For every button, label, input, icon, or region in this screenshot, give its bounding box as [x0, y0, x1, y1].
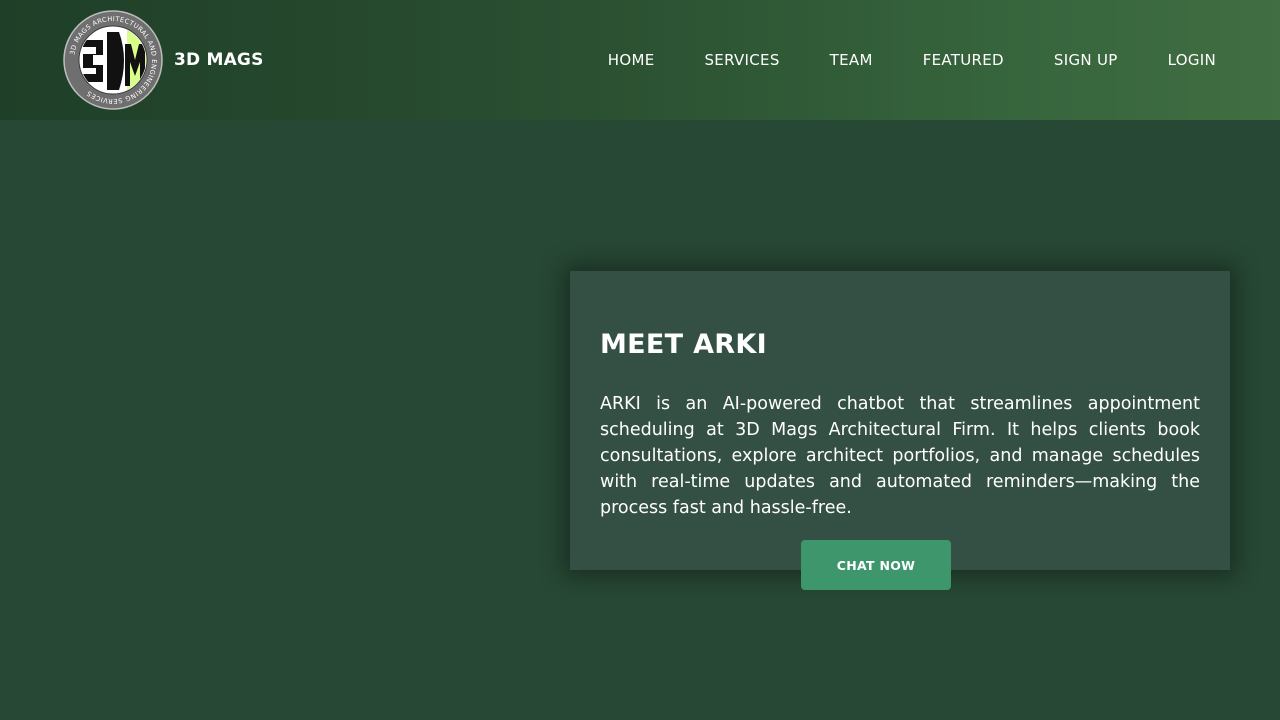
- card-description: ARKI is an AI-powered chatbot that strea…: [600, 394, 1200, 518]
- site-header: 3D MAGS ARCHITECTURAL AND ENGINEERING SE…: [0, 0, 1280, 120]
- nav-link-home[interactable]: HOME: [608, 51, 655, 69]
- nav-link-sign-up[interactable]: SIGN UP: [1054, 51, 1118, 69]
- meet-arki-card: MEET ARKI ARKI is an AI-powered chatbot …: [570, 271, 1230, 590]
- nav-link-featured[interactable]: FEATURED: [923, 51, 1004, 69]
- card-title: MEET ARKI: [600, 329, 767, 360]
- nav-link-team[interactable]: TEAM: [830, 51, 873, 69]
- nav-link-login[interactable]: LOGIN: [1168, 51, 1216, 69]
- main-nav: HOME SERVICES TEAM FEATURED SIGN UP LOGI…: [608, 0, 1216, 120]
- brand-name: 3D MAGS: [174, 50, 264, 70]
- brand-logo-link[interactable]: 3D MAGS ARCHITECTURAL AND ENGINEERING SE…: [63, 10, 283, 110]
- logo-badge: 3D MAGS ARCHITECTURAL AND ENGINEERING SE…: [63, 10, 163, 110]
- nav-link-services[interactable]: SERVICES: [704, 51, 779, 69]
- chat-now-button[interactable]: CHAT NOW: [801, 540, 951, 590]
